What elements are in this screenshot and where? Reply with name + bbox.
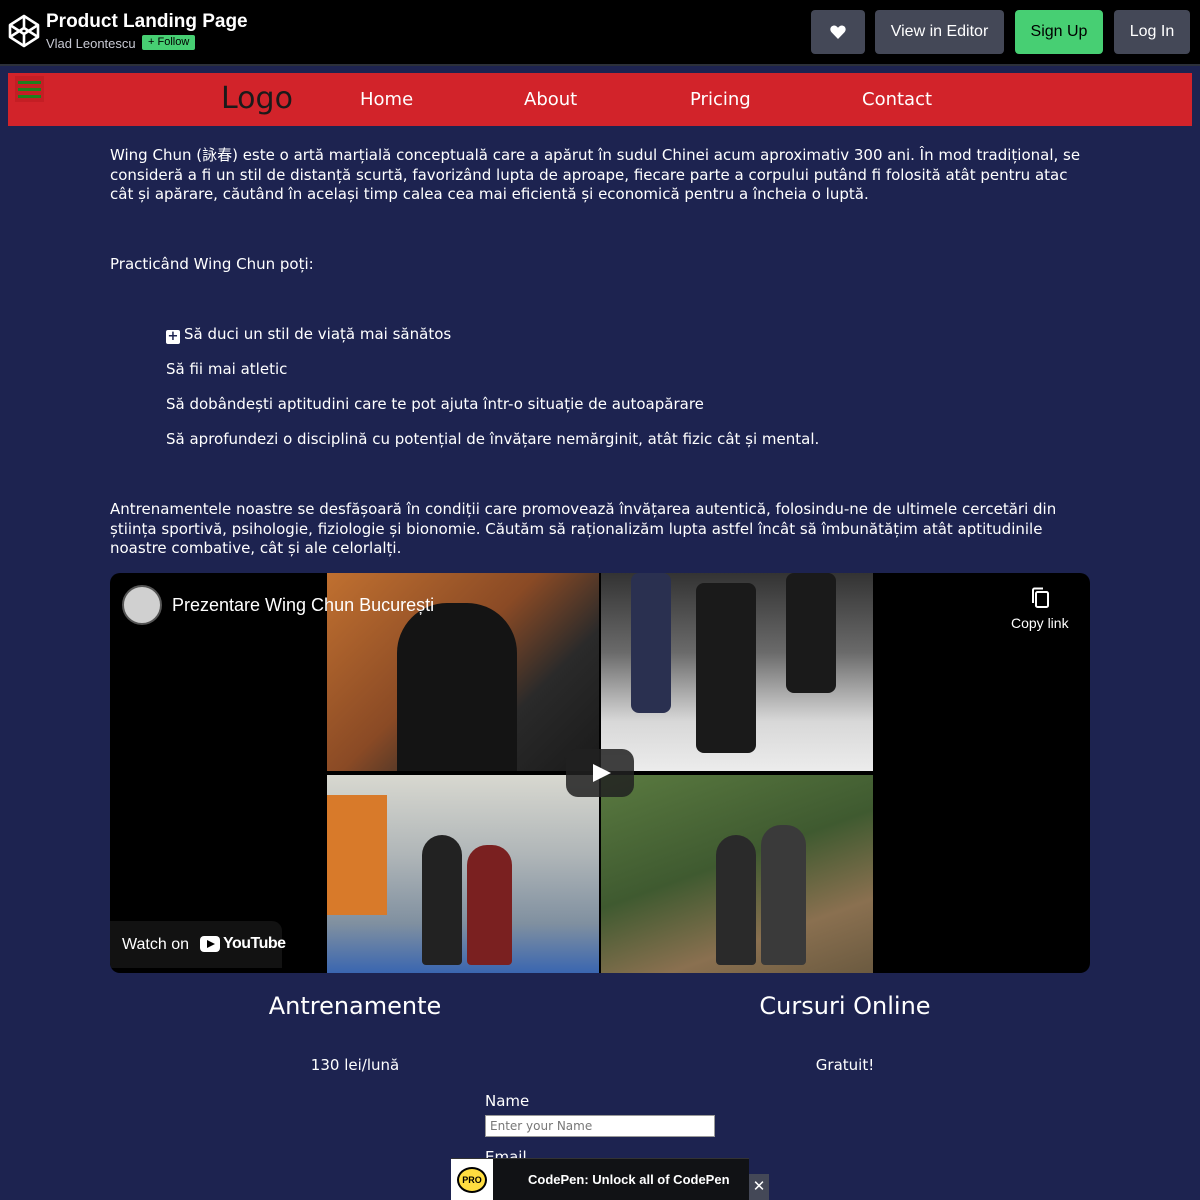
copy-link-icon[interactable] bbox=[1030, 587, 1050, 609]
site-navbar: Logo Home About Pricing Contact bbox=[8, 73, 1192, 126]
pricing-value-training: 130 lei/lună bbox=[310, 1056, 400, 1074]
sign-up-button[interactable]: Sign Up bbox=[1015, 10, 1103, 54]
plus-square-icon: + bbox=[166, 329, 180, 344]
nav-link-pricing[interactable]: Pricing bbox=[690, 89, 751, 110]
nav-link-contact[interactable]: Contact bbox=[862, 89, 932, 110]
site-logo[interactable]: Logo bbox=[221, 81, 293, 116]
pricing-value-online: Gratuit! bbox=[815, 1056, 875, 1074]
video-title[interactable]: Prezentare Wing Chun București bbox=[172, 595, 434, 616]
benefit-item: Să aprofundezi o disciplină cu potențial… bbox=[166, 430, 820, 448]
training-paragraph: Antrenamentele noastre se desfășoară în … bbox=[110, 500, 1057, 557]
youtube-wordmark: YouTube bbox=[223, 935, 286, 952]
intro-paragraph: Wing Chun (詠春) este o artă marțială conc… bbox=[110, 146, 1081, 203]
pen-title: Product Landing Page bbox=[46, 11, 248, 32]
nav-link-home[interactable]: Home bbox=[360, 89, 413, 110]
log-in-button[interactable]: Log In bbox=[1114, 10, 1190, 54]
copy-link-label[interactable]: Copy link bbox=[1011, 615, 1069, 631]
video-thumbnail-3 bbox=[327, 775, 599, 973]
video-thumbnail-2 bbox=[601, 573, 873, 771]
hamburger-menu-icon[interactable] bbox=[15, 76, 44, 102]
heart-icon bbox=[830, 25, 846, 39]
header-divider bbox=[0, 64, 1200, 66]
benefit-text: Să duci un stil de viață mai sănătos bbox=[184, 325, 452, 343]
heart-button[interactable] bbox=[811, 10, 865, 54]
name-label: Name bbox=[485, 1092, 530, 1110]
view-in-editor-button[interactable]: View in Editor bbox=[875, 10, 1004, 54]
pro-banner-text[interactable]: CodePen: Unlock all of CodePen bbox=[528, 1172, 730, 1187]
codepen-pro-banner[interactable]: PRO CodePen: Unlock all of CodePen bbox=[451, 1158, 749, 1200]
play-button[interactable] bbox=[566, 749, 634, 797]
pro-badge-icon: PRO bbox=[457, 1167, 487, 1193]
pen-author[interactable]: Vlad Leontescu bbox=[46, 36, 136, 51]
codepen-header: Product Landing Page Vlad Leontescu + Fo… bbox=[0, 0, 1200, 64]
pro-badge-box: PRO bbox=[451, 1159, 493, 1200]
nav-link-about[interactable]: About bbox=[524, 89, 577, 110]
list-intro: Practicând Wing Chun poți: bbox=[110, 255, 314, 273]
follow-button[interactable]: + Follow bbox=[142, 35, 196, 50]
watch-on-label: Watch on bbox=[122, 936, 189, 953]
benefit-item: Să fii mai atletic bbox=[166, 360, 288, 378]
close-icon[interactable]: ✕ bbox=[749, 1174, 769, 1200]
benefit-item: Să dobândești aptitudini care te pot aju… bbox=[166, 395, 704, 413]
watch-on-youtube-button[interactable]: Watch on YouTube bbox=[110, 921, 286, 968]
youtube-icon bbox=[200, 936, 220, 952]
youtube-video-embed[interactable]: Prezentare Wing Chun București Copy link… bbox=[110, 573, 1090, 973]
channel-avatar[interactable] bbox=[122, 585, 162, 625]
video-thumbnail-4 bbox=[601, 775, 873, 973]
benefit-item: + Să duci un stil de viață mai sănătos bbox=[166, 325, 451, 344]
pricing-title-training: Antrenamente bbox=[268, 992, 442, 1020]
name-field[interactable] bbox=[485, 1115, 715, 1137]
codepen-logo-icon[interactable] bbox=[8, 14, 40, 48]
pricing-title-online: Cursuri Online bbox=[759, 992, 931, 1020]
